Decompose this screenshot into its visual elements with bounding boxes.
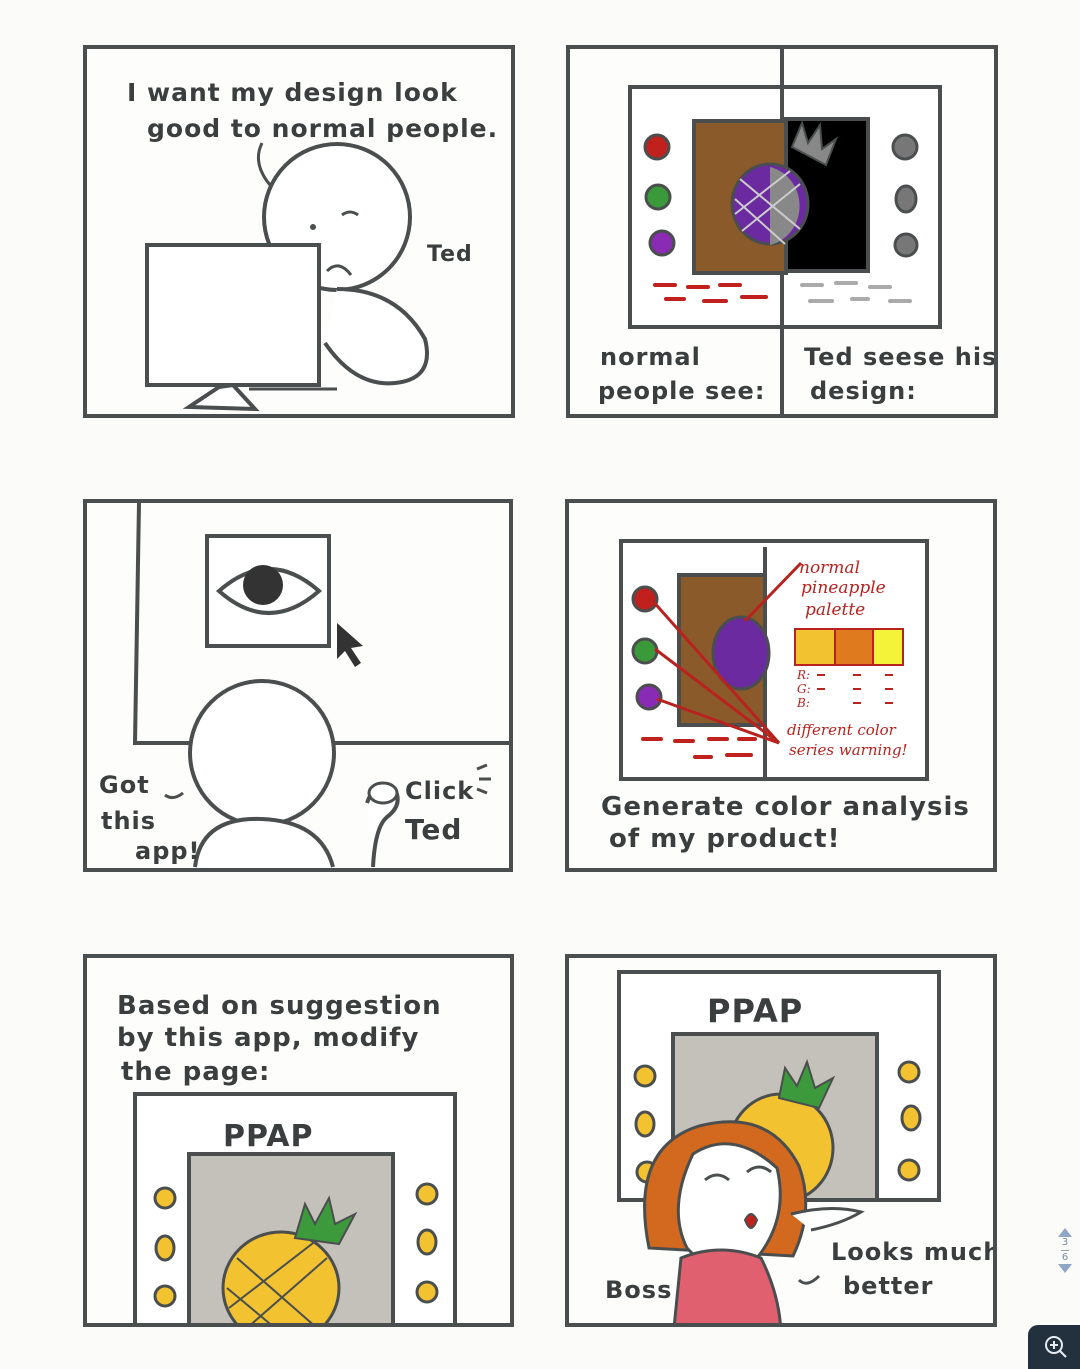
zoom-in-icon xyxy=(1045,1336,1067,1358)
rgb-b-label: B: xyxy=(796,696,810,710)
triangle-down-icon[interactable] xyxy=(1058,1264,1072,1273)
panel-3-drawing: Got this app! Click Ted xyxy=(99,503,509,868)
comic-panel-4: normal pineapple palette R: G: B: differ… xyxy=(565,499,997,872)
panel-5-caption-line-1: Based on suggestion xyxy=(117,991,442,1021)
panel-2-right-label-line-2: design: xyxy=(810,377,917,405)
monitor-drawing xyxy=(145,243,337,412)
panel-5-drawing: Based on suggestion by this app, modify … xyxy=(117,991,457,1323)
panel-2-left-label-line-2: people see: xyxy=(598,377,765,405)
palette-swatches xyxy=(794,628,904,666)
panel-4-caption-line-1: Generate color analysis xyxy=(601,792,970,822)
panel-4-note-line-2: pineapple xyxy=(801,578,886,598)
panel-3-got-line-2: this xyxy=(101,807,156,835)
panel-3-got-line-1: Got xyxy=(99,771,150,799)
panel-4-warning-line-2: series warning! xyxy=(789,741,908,759)
panel-3-ted-label: Ted xyxy=(405,813,462,846)
page-separator xyxy=(1061,1250,1069,1251)
panel-4-warning-line-1: different color xyxy=(787,721,897,739)
comic-panel-2: normal people see: Ted seese his design: xyxy=(566,45,998,418)
panel-5-caption-line-3: the page: xyxy=(121,1057,270,1087)
panel-6-screen-title: PPAP xyxy=(707,992,803,1030)
comic-panel-6: PPAP Boss Looks much better xyxy=(565,954,997,1327)
panel-1-drawing: I want my design look good to normal peo… xyxy=(127,78,498,412)
panel-5-screen-title: PPAP xyxy=(223,1119,313,1154)
comic-panel-3: Got this app! Click Ted xyxy=(83,499,513,872)
current-page-number: 3 xyxy=(1061,1237,1069,1248)
panel-1-caption-line-1: I want my design look xyxy=(127,78,458,107)
panel-1-ted-label: Ted xyxy=(427,242,473,267)
panel-6-quote-line-2: better xyxy=(843,1272,934,1300)
triangle-up-icon[interactable] xyxy=(1058,1228,1072,1237)
rgb-r-label: R: xyxy=(796,668,810,682)
panel-6-quote-line-1: Looks much xyxy=(831,1238,997,1266)
panel-3-click-label: Click xyxy=(405,777,474,805)
panel-5-caption-line-2: by this app, modify xyxy=(117,1023,419,1053)
rgb-g-label: G: xyxy=(797,682,811,696)
panel-4-drawing: normal pineapple palette R: G: B: differ… xyxy=(601,539,970,854)
panel-4-caption-line-2: of my product! xyxy=(609,824,840,854)
cursor-icon xyxy=(337,623,363,667)
panel-6-drawing: PPAP Boss Looks much better xyxy=(605,970,997,1323)
panel-4-note-line-3: palette xyxy=(805,600,865,620)
panel-2-right-label-line-1: Ted seese his xyxy=(804,343,997,371)
panel-6-boss-label: Boss xyxy=(605,1276,672,1304)
panel-3-got-line-3: app! xyxy=(135,837,201,865)
panel-4-note-line-1: normal xyxy=(799,558,860,578)
comic-panel-5: Based on suggestion by this app, modify … xyxy=(83,954,514,1327)
panel-1-caption-line-2: good to normal people. xyxy=(147,114,498,143)
panel-2-drawing: normal people see: Ted seese his design: xyxy=(598,49,997,414)
zoom-button[interactable] xyxy=(1028,1325,1080,1369)
page-indicator: 3 6 xyxy=(1054,1228,1076,1304)
panel-2-left-label-line-1: normal xyxy=(600,343,701,371)
comic-panel-1: I want my design look good to normal peo… xyxy=(83,45,515,418)
total-page-number: 6 xyxy=(1061,1252,1069,1263)
